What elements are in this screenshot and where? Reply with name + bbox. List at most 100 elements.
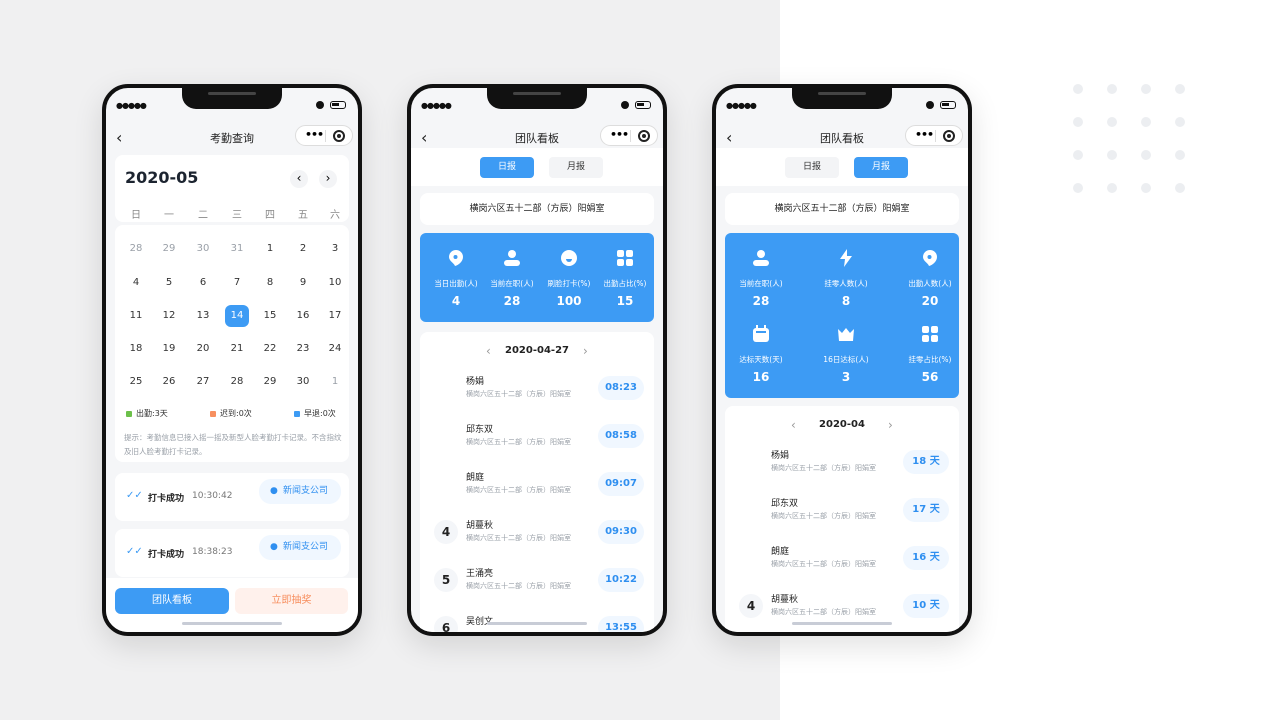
location-icon	[921, 249, 939, 267]
decor-dot	[1141, 183, 1151, 193]
decor-dot	[1141, 117, 1151, 127]
next-date-button[interactable]: ›	[888, 418, 893, 432]
calendar-day[interactable]: 25	[121, 376, 151, 387]
decor-dot	[1175, 150, 1185, 160]
stat-value: 20	[921, 294, 939, 308]
grid-icon	[921, 325, 939, 343]
alarm-icon	[621, 101, 629, 109]
calendar-day[interactable]: 8	[255, 277, 285, 288]
calendar-day[interactable]: 7	[222, 277, 252, 288]
calendar-day[interactable]: 18	[121, 343, 151, 354]
close-target-icon[interactable]	[943, 130, 955, 142]
calendar-day[interactable]: 13	[188, 310, 218, 321]
member-name: 朗庭	[771, 547, 790, 557]
tab-monthly[interactable]: 月报	[549, 157, 603, 178]
calendar-day[interactable]: 28	[222, 376, 252, 387]
rank-badge-icon: 2	[436, 426, 456, 446]
phone-team-daily: ●●●●● ‹ 团队看板 ••• 日报 月报 横岗六区五十二部（方辰）阳娟室 当日出勤(人) 4…	[407, 84, 667, 636]
calendar-day[interactable]: 1	[255, 243, 285, 254]
calendar-day[interactable]: 29	[154, 243, 184, 254]
member-department: 横岗六区五十二部（方辰）阳娟室	[771, 512, 876, 520]
decor-dot	[1073, 183, 1083, 193]
value-pill: 08:23	[598, 376, 644, 400]
calendar-day[interactable]: 26	[154, 376, 184, 387]
calendar-day[interactable]: 30	[188, 243, 218, 254]
rank-number: 5	[434, 568, 458, 592]
calendar-day[interactable]: 5	[154, 277, 184, 288]
value-pill: 17 天	[903, 498, 949, 522]
calendar-day[interactable]: 19	[154, 343, 184, 354]
calendar-day[interactable]: 15	[255, 310, 285, 321]
calendar-day[interactable]: 28	[121, 243, 151, 254]
calendar-day[interactable]: 21	[222, 343, 252, 354]
prev-month-button[interactable]: ‹	[290, 170, 308, 188]
calendar-day[interactable]: 29	[255, 376, 285, 387]
capsule-menu: •••	[295, 125, 353, 146]
member-name: 王涌亮	[466, 569, 494, 579]
calendar-day[interactable]: 1	[320, 376, 350, 387]
capsule-menu: •••	[905, 125, 963, 146]
legend-swatch-early	[294, 411, 300, 417]
calendar-day[interactable]: 3	[320, 243, 350, 254]
calendar-day[interactable]: 10	[320, 277, 350, 288]
team-board-button[interactable]: 团队看板	[115, 588, 229, 614]
calendar-day[interactable]: 24	[320, 343, 350, 354]
calendar-day[interactable]: 6	[188, 277, 218, 288]
location-button[interactable]: ● 新闻支公司	[259, 535, 341, 560]
user-icon	[503, 249, 521, 267]
calendar-day[interactable]: 31	[222, 243, 252, 254]
next-date-button[interactable]: ›	[583, 344, 588, 358]
more-icon[interactable]: •••	[305, 128, 324, 141]
stat-value: 28	[503, 294, 521, 308]
weekday-label: 二	[198, 210, 208, 221]
calendar-day[interactable]: 16	[288, 310, 318, 321]
location-name: 新闻支公司	[283, 542, 329, 552]
punch-status: 打卡成功	[148, 494, 185, 504]
close-target-icon[interactable]	[638, 130, 650, 142]
rank-badge-icon: 3	[436, 474, 456, 494]
tab-daily[interactable]: 日报	[480, 157, 534, 178]
lottery-button[interactable]: 立即抽奖	[235, 588, 348, 614]
calendar-day[interactable]: 17	[320, 310, 350, 321]
rank-number: 6	[434, 616, 458, 632]
decor-dot	[1141, 84, 1151, 94]
calendar-day[interactable]: 23	[288, 343, 318, 354]
tab-daily[interactable]: 日报	[785, 157, 839, 178]
more-icon[interactable]: •••	[610, 128, 629, 141]
stat-label: 当前在职(人)	[739, 279, 783, 288]
calendar-day[interactable]: 20	[188, 343, 218, 354]
alarm-icon	[316, 101, 324, 109]
hint-text: 提示：考勤信息已接入摇一摇及新型人脸考勤打卡记录。不含指纹及旧人脸考勤打卡记录。	[124, 433, 342, 456]
decor-dot	[1073, 84, 1083, 94]
stat-value: 16	[752, 370, 770, 384]
punch-time: 10:30:42	[192, 491, 233, 501]
calendar-day[interactable]: 11	[121, 310, 151, 321]
tab-monthly[interactable]: 月报	[854, 157, 908, 178]
legend-early: 早退:0次	[304, 409, 336, 418]
location-button[interactable]: ● 新闻支公司	[259, 479, 341, 504]
face-icon	[560, 249, 578, 267]
decor-dot	[1107, 84, 1117, 94]
capsule-menu: •••	[600, 125, 658, 146]
tab-bar	[716, 148, 968, 186]
next-month-button[interactable]: ›	[319, 170, 337, 188]
value-pill: 18 天	[903, 450, 949, 474]
calendar-day[interactable]: 9	[288, 277, 318, 288]
weekday-label: 三	[232, 210, 242, 221]
stat-label: 挂零人数(人)	[824, 279, 868, 288]
double-check-icon: ✓✓	[126, 546, 143, 557]
calendar-day[interactable]: 30	[288, 376, 318, 387]
close-target-icon[interactable]	[333, 130, 345, 142]
calendar-day[interactable]: 14	[225, 305, 249, 327]
decor-dot	[1107, 150, 1117, 160]
calendar-day[interactable]: 12	[154, 310, 184, 321]
calendar-day[interactable]: 27	[188, 376, 218, 387]
calendar-day[interactable]: 22	[255, 343, 285, 354]
calendar-day[interactable]: 4	[121, 277, 151, 288]
calendar-day[interactable]: 2	[288, 243, 318, 254]
rank-badge-icon: 3	[741, 548, 761, 568]
more-icon[interactable]: •••	[915, 128, 934, 141]
member-department: 横岗六区五十二部（方辰）阳娟室	[466, 486, 571, 494]
weekday-label: 四	[265, 210, 275, 221]
rank-number: 3	[747, 552, 755, 563]
